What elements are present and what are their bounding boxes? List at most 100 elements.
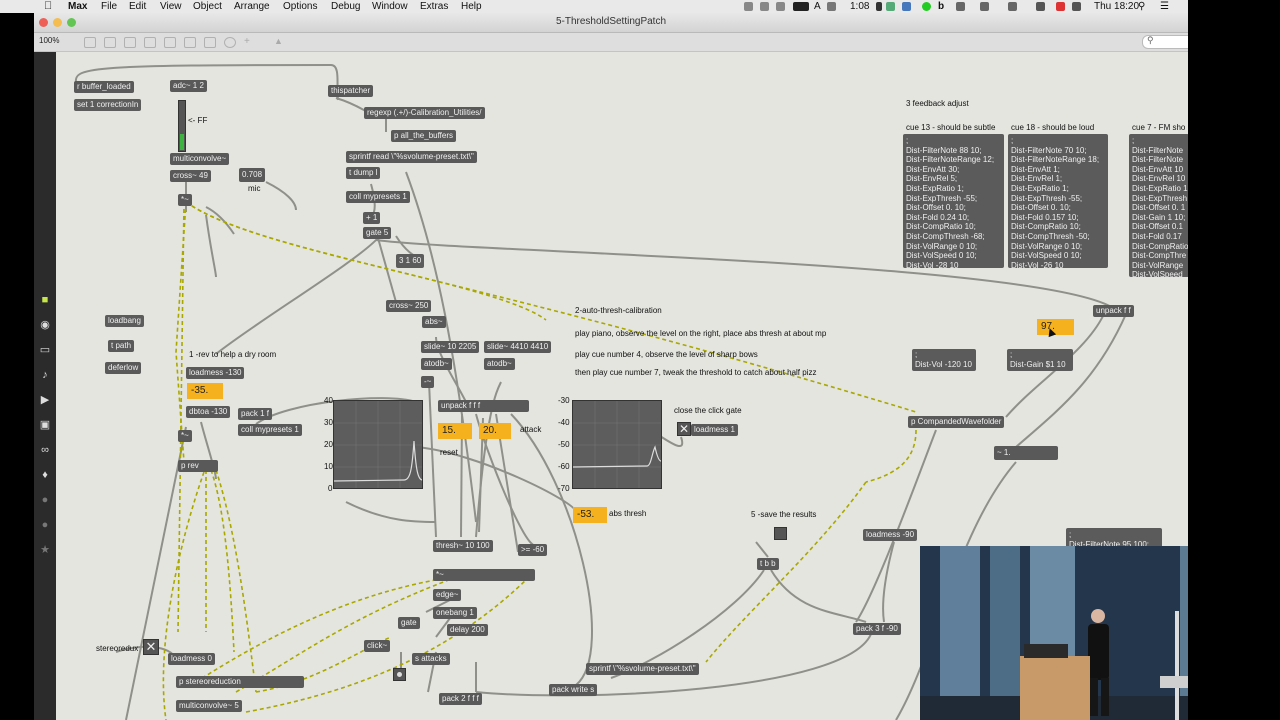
object-box[interactable]: *~ [178,194,192,206]
scope-display[interactable] [572,400,662,489]
menu-view[interactable]: View [160,0,182,13]
notification-icon[interactable]: ☰ [1160,0,1169,13]
menu-debug[interactable]: Debug [331,0,360,13]
grid-icon[interactable] [124,37,136,48]
number-box[interactable]: -53. [573,507,607,523]
scope-display[interactable] [333,400,423,489]
float-number-box[interactable]: 0.708 [239,168,266,182]
object-box[interactable]: -~ [421,376,435,388]
zoom-level[interactable]: 100% [39,36,59,45]
status-icon[interactable] [902,2,911,11]
cue-message-box[interactable]: ; Dist-FilterNote Dist-FilterNote Dist-EnvA… [1129,134,1188,277]
window-titlebar[interactable]: 5-ThresholdSettingPatch [34,13,1188,33]
object-box[interactable]: + 1 [363,212,381,224]
new-object-icon[interactable] [204,37,216,48]
menu-max[interactable]: Max [68,0,87,13]
object-box[interactable]: multiconvolve~ 5 [176,700,242,712]
status-icon[interactable] [980,2,989,11]
object-box[interactable]: sprintf read \"%svolume-preset.txt\" [346,151,477,163]
object-box[interactable]: unpack f f f [438,400,529,412]
status-icon[interactable] [760,2,769,11]
number-box[interactable]: ~ 1. [994,446,1058,460]
lightbulb-icon[interactable] [224,37,236,48]
object-box[interactable]: t dump l [346,167,381,179]
clock[interactable]: Thu 18:20 [1094,0,1139,13]
presentation-icon[interactable] [104,37,116,48]
level-meter[interactable] [178,100,186,152]
object-box[interactable]: cross~ 49 [170,170,211,182]
object-box[interactable]: coll mypresets 1 [238,424,302,436]
object-box[interactable]: >= -60 [518,544,548,556]
paste-icon[interactable] [184,37,196,48]
status-icon[interactable] [827,2,836,11]
paint-icon[interactable]: ▲ [274,37,284,46]
number-box[interactable]: 15. [438,423,472,439]
number-box[interactable]: 20. [479,423,511,439]
object-box[interactable]: loadmess -130 [186,367,245,379]
object-box[interactable]: gate [398,617,420,629]
b-icon[interactable]: b [938,0,944,13]
object-box[interactable]: t path [108,340,135,352]
object-box[interactable]: abs~ [422,316,446,328]
object-box[interactable]: coll mypresets 1 [346,191,410,203]
object-box[interactable]: edge~ [433,589,462,601]
object-box[interactable]: unpack f f [1093,305,1134,317]
object-box[interactable]: gate 5 [363,227,392,239]
wifi-icon[interactable] [1036,2,1045,11]
object-box[interactable]: pack write s [549,684,598,696]
link-icon[interactable]: ∞ [39,444,51,456]
object-box[interactable]: thresh~ 10 100 [433,540,493,552]
toggle-x-icon[interactable]: ✕ [677,422,691,436]
status-icon[interactable] [776,2,785,11]
object-box[interactable]: slide~ 10 2205 [421,341,480,353]
menu-options[interactable]: Options [283,0,317,13]
step-icon[interactable]: ▶ [39,394,51,406]
message-box[interactable]: loadbang [105,315,144,327]
music-note-icon[interactable]: ♪ [39,369,51,381]
object-box[interactable]: pack 2 f f f [439,693,482,705]
object-box[interactable]: *~ [433,569,535,581]
message-box[interactable]: loadmess -90 [863,529,918,541]
info-icon[interactable]: ● [39,494,51,506]
battery-icon[interactable] [876,2,882,11]
object-box[interactable]: p CompandedWavefolder [908,416,1005,428]
menu-extras[interactable]: Extras [420,0,448,13]
object-box[interactable]: loadmess 0 [168,653,215,665]
object-box[interactable]: sprintf \"%svolume-preset.txt\" [586,663,699,675]
object-box[interactable]: loadmess 1 [691,424,738,436]
volume-icon[interactable] [1072,2,1081,11]
menu-file[interactable]: File [101,0,117,13]
target-icon[interactable]: ◉ [39,319,51,331]
object-box[interactable]: click~ [364,640,391,652]
status-icon[interactable] [886,2,895,11]
bang-button[interactable] [774,527,787,540]
object-box[interactable]: atodb~ [421,358,452,370]
object-box[interactable]: p rev [178,460,218,472]
display-icon[interactable] [793,2,809,11]
lock-icon[interactable] [84,37,96,48]
object-box[interactable]: multiconvolve~ [170,153,230,165]
object-box[interactable]: pack 1 f [238,408,273,420]
package-icon[interactable]: ■ [39,294,51,306]
object-box[interactable]: cross~ 250 [386,300,432,312]
object-box[interactable]: regexp (.+/)-Calibration_Utilities/ [364,107,485,119]
plus-icon[interactable]: + [244,37,254,47]
object-box[interactable]: t b b [757,558,779,570]
status-dot-icon[interactable] [922,2,931,11]
cue-message-box[interactable]: ; Dist-FilterNote 70 10; Dist-FilterNoteRa… [1008,134,1108,268]
flag-icon[interactable] [1056,2,1065,11]
copy-icon[interactable] [164,37,176,48]
message-box[interactable]: ; Dist-Vol -120 10 [912,349,976,371]
dollar-icon[interactable]: ● [39,519,51,531]
toggle-x-icon[interactable]: ✕ [143,639,159,655]
menu-window[interactable]: Window [372,0,408,13]
spotlight-icon[interactable]: ⚲ [1138,0,1145,13]
menu-edit[interactable]: Edit [129,0,146,13]
cue-message-box[interactable]: ; Dist-FilterNote 88 10; Dist-FilterNoteRa… [903,134,1004,268]
plugin-icon[interactable]: ♦ [39,469,51,481]
object-box[interactable]: delay 200 [447,624,488,636]
bang-button[interactable] [393,668,406,681]
object-box[interactable]: deferlow [105,362,142,374]
object-box[interactable]: thispatcher [328,85,374,97]
message-box[interactable]: ; Dist-Gain $1 10 [1007,349,1073,371]
